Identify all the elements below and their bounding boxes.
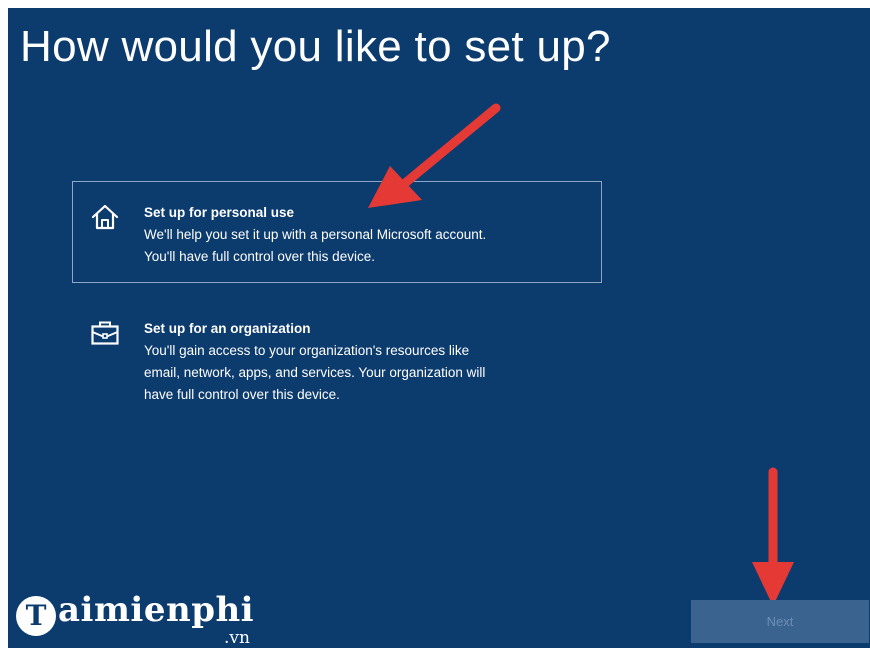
page-title: How would you like to set up?	[20, 22, 611, 71]
logo-suffix: .vn	[224, 628, 250, 648]
logo-badge-letter: T	[25, 599, 47, 632]
organization-option[interactable]: Set up for an organization You'll gain a…	[72, 297, 602, 402]
organization-description-line: You'll gain access to your organization'…	[144, 343, 470, 358]
next-button[interactable]: Next	[691, 600, 869, 643]
personal-use-description-line: We'll help you set it up with a personal…	[144, 227, 487, 242]
personal-use-description-line: You'll have full control over this devic…	[144, 249, 375, 264]
logo-badge-icon: T	[16, 596, 56, 636]
organization-title: Set up for an organization	[144, 321, 311, 336]
organization-description-line: email, network, apps, and services. Your…	[144, 365, 486, 380]
organization-description-line: have full control over this device.	[144, 387, 340, 402]
setup-screen: How would you like to set up? Set up for…	[8, 8, 870, 648]
annotation-arrow-icon	[368, 103, 501, 208]
briefcase-icon	[91, 321, 119, 345]
annotation-arrow-icon	[752, 467, 794, 606]
personal-use-option[interactable]: Set up for personal use We'll help you s…	[72, 181, 602, 283]
home-icon	[91, 204, 119, 230]
watermark-logo: T aimienphi .vn	[10, 588, 280, 648]
logo-text: aimienphi	[58, 590, 255, 630]
